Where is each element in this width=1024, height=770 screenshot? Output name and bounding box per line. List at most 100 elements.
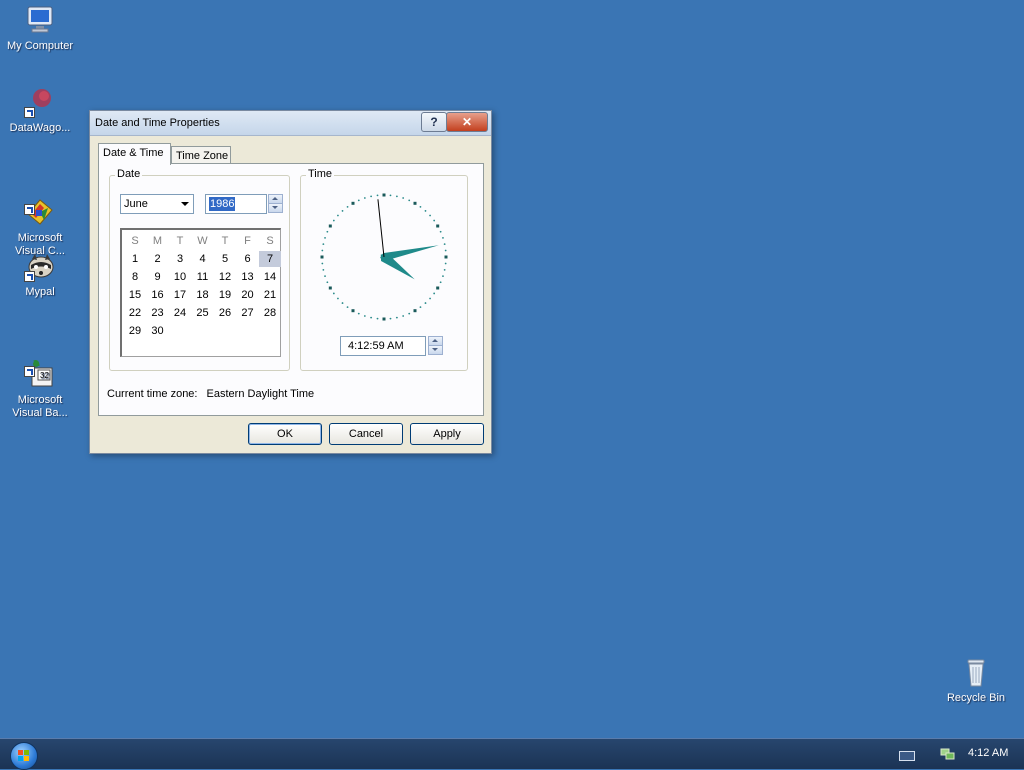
analog-clock [320, 193, 448, 321]
desktop-icon-visual-basic[interactable]: 32 Microsoft Visual Ba... [0, 332, 80, 433]
calendar-day[interactable]: 28 [259, 305, 281, 321]
weekday-header: M [152, 235, 163, 247]
dialog-title: Date and Time Properties [95, 117, 220, 129]
calendar-day[interactable]: 18 [192, 287, 214, 303]
calendar-day[interactable]: 30 [147, 323, 169, 339]
calendar-day[interactable]: 25 [192, 305, 214, 321]
calendar-day[interactable]: 14 [259, 269, 281, 285]
calendar-day[interactable]: 16 [147, 287, 169, 303]
desktop-icon-recycle-bin[interactable]: Recycle Bin [936, 656, 1016, 705]
time-spinner[interactable] [428, 336, 443, 355]
calendar-day[interactable]: 15 [124, 287, 146, 303]
month-value: June [124, 198, 148, 210]
start-button[interactable] [10, 742, 38, 770]
close-button[interactable]: ✕ [446, 112, 488, 132]
close-icon: ✕ [461, 115, 473, 129]
time-groupbox: Time 4:12:59 AM [300, 168, 468, 371]
calendar-day[interactable]: 22 [124, 305, 146, 321]
keyboard-icon[interactable] [899, 751, 915, 761]
calendar-day[interactable]: 21 [259, 287, 281, 303]
calendar-day[interactable]: 11 [192, 269, 214, 285]
ok-button[interactable]: OK [248, 423, 322, 445]
calendar-day[interactable]: 10 [169, 269, 191, 285]
clock-minute-mark [408, 199, 411, 202]
svg-text:32: 32 [40, 371, 49, 380]
calendar-day[interactable]: 5 [214, 251, 236, 267]
shortcut-arrow-icon [24, 204, 35, 215]
clock-minute-mark [408, 312, 411, 315]
clock-minute-mark [332, 292, 335, 295]
help-icon: ? [430, 115, 438, 129]
clock-minute-mark [326, 230, 329, 233]
month-dropdown[interactable]: June [120, 194, 194, 214]
calendar-day[interactable]: 24 [169, 305, 191, 321]
dialog-titlebar[interactable]: Date and Time Properties ? ✕ [90, 111, 491, 136]
calendar-day[interactable]: 27 [237, 305, 259, 321]
date-group-label: Date [115, 168, 143, 180]
clock-minute-mark [443, 268, 446, 271]
calendar-day[interactable]: 2 [147, 251, 169, 267]
month-calendar[interactable]: S M T W T F S 1 2 3 4 5 6 7 8 9 10 11 12 13 14 15 16 17 18 19 20 21… [120, 228, 281, 357]
desktop-icon-datawagon[interactable]: DataWago... [0, 86, 80, 135]
calendar-day[interactable]: 26 [214, 305, 236, 321]
calendar-day[interactable]: 29 [124, 323, 146, 339]
clock-hour-mark [436, 224, 440, 228]
clock-minute-mark [444, 249, 447, 252]
timezone-label: Current time zone: [107, 388, 198, 400]
clock-hour-mark [382, 193, 386, 197]
visual-basic-icon: 32 [24, 345, 56, 387]
clock-minute-mark [376, 317, 379, 320]
calendar-day[interactable]: 9 [147, 269, 169, 285]
date-groupbox: Date June 1986 S M T W T F S 1 2 3 4 5 6 7 8 9 10 11 12 13 1… [109, 168, 290, 371]
clock-minute-mark [389, 317, 392, 320]
spin-down-icon[interactable] [428, 345, 443, 355]
apply-button[interactable]: Apply [410, 423, 484, 445]
network-icon[interactable] [940, 747, 956, 761]
shortcut-arrow-icon [24, 107, 35, 118]
time-group-label: Time [306, 168, 335, 180]
tab-date-time[interactable]: Date & Time [98, 143, 171, 165]
calendar-day[interactable]: 3 [169, 251, 191, 267]
calendar-day[interactable]: 6 [237, 251, 259, 267]
clock-minute-mark [424, 210, 427, 212]
desktop-icon-label: Microsoft Visual Ba... [12, 394, 68, 419]
calendar-day[interactable]: 8 [124, 269, 146, 285]
calendar-day[interactable]: 23 [147, 305, 169, 321]
help-button[interactable]: ? [421, 112, 447, 132]
weekday-header: S [266, 235, 274, 247]
clock-minute-mark [321, 249, 324, 252]
calendar-day[interactable]: 12 [214, 269, 236, 285]
time-input[interactable]: 4:12:59 AM [340, 336, 426, 356]
desktop-icon-mypal[interactable]: Mypal [0, 250, 80, 299]
year-spinner[interactable] [268, 194, 283, 213]
clock-minute-mark [424, 302, 427, 304]
calendar-day[interactable]: 19 [214, 287, 236, 303]
taskbar-clock[interactable]: 4:12 AM [968, 747, 1008, 759]
weekday-header: T [221, 235, 229, 247]
year-input[interactable]: 1986 [205, 194, 267, 214]
clock-hour-mark [413, 201, 417, 205]
calendar-day[interactable]: 4 [192, 251, 214, 267]
weekday-header: T [176, 235, 184, 247]
calendar-day[interactable]: 13 [237, 269, 259, 285]
desktop-icon-label: DataWago... [9, 122, 71, 134]
clock-hour-mark [328, 224, 332, 228]
calendar-day[interactable]: 20 [237, 287, 259, 303]
clock-minute-mark [419, 205, 422, 208]
clock-minute-mark [389, 194, 392, 197]
spin-down-icon[interactable] [268, 203, 283, 213]
calendar-day[interactable]: 1 [124, 251, 146, 267]
clock-minute-mark [370, 195, 373, 198]
calendar-day-selected[interactable]: 7 [259, 251, 281, 267]
timezone-value: Eastern Daylight Time [206, 388, 315, 400]
time-value: 4:12:59 AM [348, 340, 404, 352]
clock-minute-mark [322, 243, 325, 246]
clock-minute-mark [443, 243, 446, 246]
mypal-raccoon-icon [24, 250, 56, 282]
clock-minute-mark [433, 292, 436, 295]
clock-minute-mark [402, 197, 405, 199]
clock-minute-mark [439, 281, 442, 284]
calendar-day[interactable]: 17 [169, 287, 191, 303]
desktop-icon-my-computer[interactable]: My Computer [0, 4, 80, 53]
cancel-button[interactable]: Cancel [329, 423, 403, 445]
